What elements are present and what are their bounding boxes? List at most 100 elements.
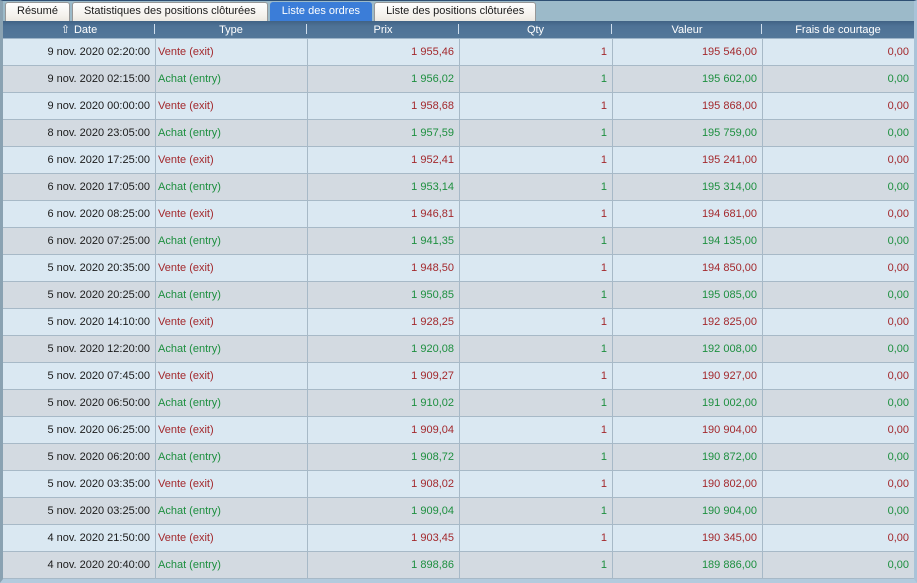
cell-date: 6 nov. 2020 17:25:00 bbox=[3, 147, 155, 174]
cell-type: Achat (entry) bbox=[155, 498, 307, 525]
tab-closed-positions[interactable]: Liste des positions clôturées bbox=[374, 2, 537, 21]
cell-qty: 1 bbox=[459, 471, 612, 498]
cell-date: 9 nov. 2020 00:00:00 bbox=[3, 93, 155, 120]
tab-label: Statistiques des positions clôturées bbox=[83, 5, 256, 17]
column-header-qty[interactable]: Qty bbox=[459, 21, 612, 38]
cell-frais: 0,00 bbox=[762, 471, 914, 498]
cell-prix: 1 953,14 bbox=[307, 174, 459, 201]
cell-date: 5 nov. 2020 14:10:00 bbox=[3, 309, 155, 336]
cell-frais: 0,00 bbox=[762, 363, 914, 390]
column-header-label: Valeur bbox=[671, 23, 703, 36]
cell-prix: 1 909,27 bbox=[307, 363, 459, 390]
table-row[interactable]: 8 nov. 2020 23:05:00 Achat (entry) 1 957… bbox=[3, 120, 914, 147]
cell-type: Vente (exit) bbox=[155, 525, 307, 552]
cell-valeur: 195 241,00 bbox=[612, 147, 762, 174]
table-row[interactable]: 9 nov. 2020 00:00:00 Vente (exit) 1 958,… bbox=[3, 93, 914, 120]
cell-frais: 0,00 bbox=[762, 336, 914, 363]
cell-qty: 1 bbox=[459, 363, 612, 390]
tab-label: Liste des ordres bbox=[281, 5, 361, 17]
table-row[interactable]: 4 nov. 2020 20:40:00 Achat (entry) 1 898… bbox=[3, 552, 914, 579]
cell-frais: 0,00 bbox=[762, 525, 914, 552]
cell-prix: 1 908,02 bbox=[307, 471, 459, 498]
table-row[interactable]: 6 nov. 2020 17:05:00 Achat (entry) 1 953… bbox=[3, 174, 914, 201]
cell-qty: 1 bbox=[459, 93, 612, 120]
table-row[interactable]: 5 nov. 2020 20:35:00 Vente (exit) 1 948,… bbox=[3, 255, 914, 282]
column-header-date[interactable]: ⇧ Date bbox=[3, 21, 155, 38]
cell-type: Vente (exit) bbox=[155, 93, 307, 120]
table-row[interactable]: 4 nov. 2020 21:50:00 Vente (exit) 1 903,… bbox=[3, 525, 914, 552]
cell-frais: 0,00 bbox=[762, 255, 914, 282]
cell-valeur: 190 904,00 bbox=[612, 498, 762, 525]
cell-frais: 0,00 bbox=[762, 390, 914, 417]
cell-prix: 1 956,02 bbox=[307, 66, 459, 93]
cell-date: 5 nov. 2020 20:25:00 bbox=[3, 282, 155, 309]
table-row[interactable]: 6 nov. 2020 08:25:00 Vente (exit) 1 946,… bbox=[3, 201, 914, 228]
cell-prix: 1 908,72 bbox=[307, 444, 459, 471]
tab-orders-list[interactable]: Liste des ordres bbox=[269, 2, 373, 21]
cell-frais: 0,00 bbox=[762, 201, 914, 228]
table-row[interactable]: 6 nov. 2020 17:25:00 Vente (exit) 1 952,… bbox=[3, 147, 914, 174]
cell-frais: 0,00 bbox=[762, 66, 914, 93]
cell-date: 4 nov. 2020 20:40:00 bbox=[3, 552, 155, 579]
tab-stats-positions[interactable]: Statistiques des positions clôturées bbox=[71, 2, 268, 21]
cell-date: 5 nov. 2020 03:35:00 bbox=[3, 471, 155, 498]
cell-prix: 1 909,04 bbox=[307, 498, 459, 525]
cell-prix: 1 920,08 bbox=[307, 336, 459, 363]
table-row[interactable]: 5 nov. 2020 03:25:00 Achat (entry) 1 909… bbox=[3, 498, 914, 525]
cell-valeur: 195 085,00 bbox=[612, 282, 762, 309]
cell-prix: 1 903,45 bbox=[307, 525, 459, 552]
cell-frais: 0,00 bbox=[762, 444, 914, 471]
table-row[interactable]: 5 nov. 2020 20:25:00 Achat (entry) 1 950… bbox=[3, 282, 914, 309]
column-header-valeur[interactable]: Valeur bbox=[612, 21, 762, 38]
tab-label: Résumé bbox=[17, 5, 58, 17]
cell-date: 5 nov. 2020 06:20:00 bbox=[3, 444, 155, 471]
cell-valeur: 195 759,00 bbox=[612, 120, 762, 147]
cell-type: Achat (entry) bbox=[155, 282, 307, 309]
table-row[interactable]: 5 nov. 2020 12:20:00 Achat (entry) 1 920… bbox=[3, 336, 914, 363]
cell-frais: 0,00 bbox=[762, 552, 914, 579]
cell-prix: 1 909,04 bbox=[307, 417, 459, 444]
cell-valeur: 190 927,00 bbox=[612, 363, 762, 390]
tab-resume[interactable]: Résumé bbox=[5, 2, 70, 21]
cell-qty: 1 bbox=[459, 282, 612, 309]
table-row[interactable]: 5 nov. 2020 07:45:00 Vente (exit) 1 909,… bbox=[3, 363, 914, 390]
cell-qty: 1 bbox=[459, 552, 612, 579]
column-header-label: Qty bbox=[526, 23, 545, 36]
table-row[interactable]: 9 nov. 2020 02:15:00 Achat (entry) 1 956… bbox=[3, 66, 914, 93]
cell-valeur: 195 602,00 bbox=[612, 66, 762, 93]
cell-valeur: 194 135,00 bbox=[612, 228, 762, 255]
table-row[interactable]: 5 nov. 2020 06:20:00 Achat (entry) 1 908… bbox=[3, 444, 914, 471]
cell-prix: 1 910,02 bbox=[307, 390, 459, 417]
table-row[interactable]: 5 nov. 2020 06:25:00 Vente (exit) 1 909,… bbox=[3, 417, 914, 444]
cell-date: 8 nov. 2020 23:05:00 bbox=[3, 120, 155, 147]
cell-valeur: 191 002,00 bbox=[612, 390, 762, 417]
table-row[interactable]: 5 nov. 2020 06:50:00 Achat (entry) 1 910… bbox=[3, 390, 914, 417]
cell-date: 4 nov. 2020 21:50:00 bbox=[3, 525, 155, 552]
cell-qty: 1 bbox=[459, 417, 612, 444]
cell-frais: 0,00 bbox=[762, 147, 914, 174]
tab-label: Liste des positions clôturées bbox=[386, 5, 525, 17]
cell-qty: 1 bbox=[459, 390, 612, 417]
cell-qty: 1 bbox=[459, 66, 612, 93]
table-header: ⇧ Date Type Prix Qty Valeur Frais de cou… bbox=[3, 21, 914, 39]
column-header-frais-de-courtage[interactable]: Frais de courtage bbox=[762, 21, 914, 38]
column-header-label: Frais de courtage bbox=[795, 23, 881, 36]
cell-valeur: 195 314,00 bbox=[612, 174, 762, 201]
table-row[interactable]: 5 nov. 2020 03:35:00 Vente (exit) 1 908,… bbox=[3, 471, 914, 498]
column-header-label: Date bbox=[73, 23, 98, 36]
table-row[interactable]: 5 nov. 2020 14:10:00 Vente (exit) 1 928,… bbox=[3, 309, 914, 336]
cell-date: 5 nov. 2020 20:35:00 bbox=[3, 255, 155, 282]
cell-frais: 0,00 bbox=[762, 93, 914, 120]
column-header-type[interactable]: Type bbox=[155, 21, 307, 38]
cell-prix: 1 948,50 bbox=[307, 255, 459, 282]
column-header-prix[interactable]: Prix bbox=[307, 21, 459, 38]
cell-qty: 1 bbox=[459, 201, 612, 228]
cell-type: Achat (entry) bbox=[155, 336, 307, 363]
cell-valeur: 195 868,00 bbox=[612, 93, 762, 120]
cell-type: Vente (exit) bbox=[155, 471, 307, 498]
cell-qty: 1 bbox=[459, 39, 612, 66]
table-row[interactable]: 9 nov. 2020 02:20:00 Vente (exit) 1 955,… bbox=[3, 39, 914, 66]
cell-prix: 1 952,41 bbox=[307, 147, 459, 174]
cell-qty: 1 bbox=[459, 174, 612, 201]
table-row[interactable]: 6 nov. 2020 07:25:00 Achat (entry) 1 941… bbox=[3, 228, 914, 255]
